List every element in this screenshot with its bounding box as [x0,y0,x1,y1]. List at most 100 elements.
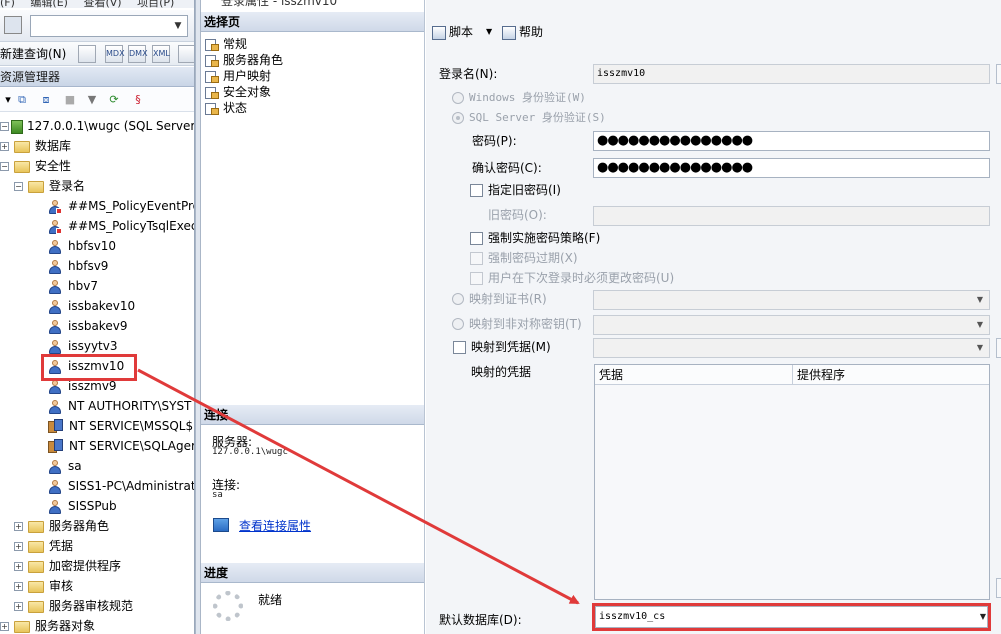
mapped-credentials-grid[interactable]: 凭据 提供程序 [594,364,990,600]
tree-login-item[interactable]: hbfsv9 [48,256,108,276]
login-name: hbfsv10 [68,239,117,253]
expand-icon[interactable]: + [14,542,23,551]
certificate-combo[interactable]: ▼ [593,290,990,310]
script-dropdown-icon[interactable]: ▼ [486,22,496,42]
tree-server-roles[interactable]: + 服务器角色 [14,516,109,536]
tree-server-node[interactable]: − 127.0.0.1\wugc (SQL Server 10.5 [0,116,194,136]
asymmetric-key-combo[interactable]: ▼ [593,315,990,335]
open-file-icon[interactable] [178,45,194,63]
collapse-icon[interactable]: − [0,122,9,131]
login-user-icon [48,379,62,394]
tree-audit-specs[interactable]: + 服务器审核规范 [14,596,133,616]
stop-icon[interactable]: ■ [62,92,78,108]
server-value: 127.0.0.1\wugc [212,447,288,457]
credential-combo[interactable]: ▼ [593,338,990,358]
specify-old-password-checkbox[interactable] [470,184,483,197]
collapse-icon[interactable]: − [14,182,23,191]
tree-login-item[interactable]: NT SERVICE\MSSQL$ [48,416,193,436]
menu-item-project[interactable]: 项目(P) [137,0,174,9]
standard-toolbar: ▼ [0,10,194,42]
connect-icon[interactable]: ⧉ [14,92,30,108]
page-securables[interactable]: 安全对象 [205,84,271,100]
page-icon [205,86,219,99]
tree-crypto-providers[interactable]: + 加密提供程序 [14,556,121,576]
map-asymmetric-key-radio[interactable] [452,318,464,330]
page-label: 用户映射 [223,69,272,83]
tree-login-item[interactable]: hbv7 [48,276,98,296]
grid-header-provider[interactable]: 提供程序 [793,365,989,385]
login-name-field[interactable]: isszmv10 [593,64,990,84]
tree-login-item[interactable]: SISSPub [48,496,117,516]
map-certificate-label: 映射到证书(R) [469,292,547,306]
login-properties-form: 脚本 ▼ 帮助 登录名(N): isszmv10 Windows 身份验证(W)… [426,0,1001,634]
tree-login-item[interactable]: ##MS_PolicyTsqlExec [48,216,194,236]
map-certificate-radio[interactable] [452,293,464,305]
login-name: issbakev10 [68,299,136,313]
tree-login-item[interactable]: NT AUTHORITY\SYST [48,396,191,416]
page-general[interactable]: 常规 [205,36,247,52]
tree-credentials[interactable]: + 凭据 [14,536,73,556]
tree-login-item[interactable]: issbakev10 [48,296,135,316]
help-button[interactable]: 帮助 [502,22,543,42]
tree-audits[interactable]: + 审核 [14,576,73,596]
tree-server-objects[interactable]: + 服务器对象 [0,616,95,634]
old-password-field[interactable] [593,206,990,226]
tree-login-item[interactable]: NT SERVICE\SQLAger [48,436,194,456]
tree-login-item[interactable]: sa [48,456,82,476]
script-icon [432,25,446,40]
tree-label: 服务器对象 [35,619,96,633]
grid-header-credential[interactable]: 凭据 [595,365,793,385]
page-user-mapping[interactable]: 用户映射 [205,68,271,84]
available-databases-combo[interactable]: ▼ [30,15,188,37]
progress-header: 进度 [201,563,424,583]
mdx-query-icon[interactable]: MDX [105,45,125,63]
expand-icon[interactable]: + [14,562,23,571]
tree-login-item[interactable]: issbakev9 [48,316,127,336]
old-password-label: 旧密码(O): [488,208,547,222]
expand-icon[interactable]: + [14,602,23,611]
expand-icon[interactable]: + [0,142,9,151]
page-icon [205,54,219,67]
view-connection-properties-link[interactable]: 查看连接属性 [239,517,311,534]
page-server-roles[interactable]: 服务器角色 [205,52,283,68]
database-icon[interactable] [4,16,22,34]
collapse-icon[interactable]: − [0,162,9,171]
windows-auth-radio[interactable] [452,92,464,104]
tree-databases[interactable]: + 数据库 [0,136,71,156]
script-button[interactable]: 脚本 [432,22,473,42]
tree-logins[interactable]: − 登录名 [14,176,85,196]
tree-security[interactable]: − 安全性 [0,156,71,176]
tree-login-item[interactable]: SISS1-PC\Administrat [48,476,194,496]
menu-item-edit[interactable]: 编辑(E) [30,0,68,9]
remove-credential-button[interactable] [996,578,1001,598]
new-query-button[interactable]: 新建查询(N) [0,45,66,62]
confirm-password-field[interactable]: ●●●●●●●●●●●●●●● [593,158,990,178]
dmx-query-icon[interactable]: DMX [128,45,148,63]
sql-auth-label: SQL Server 身份验证(S) [469,111,606,124]
refresh-icon[interactable]: ⟳ [106,92,122,108]
must-change-checkbox[interactable] [470,272,483,285]
map-credential-checkbox[interactable] [453,341,466,354]
add-credential-button[interactable] [996,338,1001,358]
enforce-expiration-checkbox[interactable] [470,252,483,265]
tree-login-item[interactable]: hbfsv10 [48,236,116,256]
menu-item-file[interactable]: (F) [0,0,15,9]
password-field[interactable]: ●●●●●●●●●●●●●●● [593,131,990,151]
expand-icon[interactable]: + [14,522,23,531]
sql-auth-radio[interactable] [452,112,464,124]
expand-icon[interactable]: + [0,622,9,631]
tree-login-item[interactable]: ##MS_PolicyEventPro [48,196,194,216]
search-button[interactable] [996,64,1001,84]
enforce-policy-checkbox[interactable] [470,232,483,245]
xmla-query-icon[interactable]: XML [152,45,170,63]
page-status[interactable]: 状态 [205,100,247,116]
tree-login-item[interactable]: issyytv3 [48,336,117,356]
disconnect-icon[interactable]: ⧈ [38,92,54,108]
menu-item-view[interactable]: 查看(V) [83,0,121,9]
menu-bar: (F) 编辑(E) 查看(V) 项目(P) [0,0,194,9]
filter-icon[interactable]: ▼ [84,92,100,108]
chevron-down-icon: ▼ [976,343,984,352]
expand-icon[interactable]: + [14,582,23,591]
activity-monitor-icon[interactable]: § [130,92,146,108]
new-file-icon[interactable] [78,45,96,63]
